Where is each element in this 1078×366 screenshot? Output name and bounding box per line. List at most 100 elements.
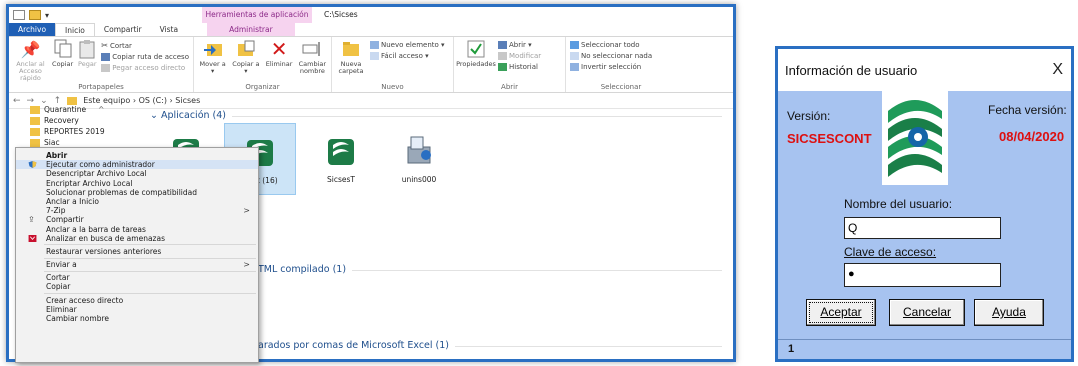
close-icon[interactable]: X: [1052, 61, 1063, 79]
menu-item-compartir[interactable]: ⇪ Compartir: [16, 215, 258, 224]
group-divider: [352, 270, 722, 271]
menu-separator: [44, 257, 256, 259]
rename-icon: [302, 39, 322, 59]
menu-item-eliminar[interactable]: Eliminar: [16, 305, 258, 314]
select-none-button[interactable]: No seleccionar nada: [570, 52, 652, 60]
scroll-up-icon[interactable]: ^: [98, 105, 104, 114]
uninstaller-icon: [407, 136, 431, 164]
nav-item-reportes[interactable]: REPORTES 2019: [30, 126, 150, 137]
back-arrow-icon[interactable]: ←: [13, 96, 21, 106]
tab-vista[interactable]: Vista: [151, 23, 188, 36]
tab-archivo[interactable]: Archivo: [9, 23, 56, 36]
shield-icon: [28, 161, 37, 169]
menu-item-solucionar[interactable]: Solucionar problemas de compatibilidad: [16, 188, 258, 197]
group-portapapeles: 📌 Anclar al Acceso rápido Copiar Pegar ✂…: [9, 37, 194, 92]
folder-icon: [30, 127, 40, 136]
rename-button[interactable]: Cambiar nombre: [298, 39, 327, 75]
menu-item-cambiar-nombre[interactable]: Cambiar nombre: [16, 314, 258, 323]
copy-to-button[interactable]: Copiar a ▾: [231, 39, 260, 75]
select-none-icon: [570, 52, 579, 60]
menu-item-anclar-inicio[interactable]: Anclar a Inicio: [16, 197, 258, 206]
login-dialog: Información de usuario X Versión: SICSES…: [775, 46, 1074, 362]
save-icon[interactable]: [13, 10, 25, 20]
menu-item-crear-acceso[interactable]: Crear acceso directo: [16, 296, 258, 305]
ribbon-tabs: Archivo Inicio Compartir Vista Administr…: [9, 23, 733, 37]
menu-item-7zip[interactable]: 7-Zip >: [16, 206, 258, 215]
tab-administrar[interactable]: Administrar: [207, 23, 295, 36]
menu-item-anclar-tareas[interactable]: Anclar a la barra de tareas: [16, 225, 258, 234]
group-header-aplicacion[interactable]: ⌄ Aplicación (4): [150, 110, 226, 121]
menu-item-enviar[interactable]: Enviar a >: [16, 260, 258, 269]
menu-item-ejecutar-admin[interactable]: Ejecutar como administrador: [16, 160, 258, 170]
properties-button[interactable]: Propiedades: [456, 39, 496, 68]
menu-item-encriptar[interactable]: Encriptar Archivo Local: [16, 179, 258, 188]
file-item[interactable]: SicsesT: [305, 123, 377, 195]
menu-item-analizar[interactable]: Analizar en busca de amenazas: [16, 234, 258, 243]
new-folder-button[interactable]: Nueva carpeta: [336, 39, 366, 75]
file-item[interactable]: unins000: [383, 123, 455, 195]
folder-icon: [30, 116, 40, 125]
menu-separator: [44, 293, 256, 295]
cancel-button[interactable]: Cancelar: [889, 299, 965, 326]
paste-button[interactable]: Pegar: [77, 39, 97, 68]
menu-item-cortar[interactable]: Cortar: [16, 273, 258, 282]
open-button[interactable]: Abrir ▾: [498, 41, 541, 49]
help-button[interactable]: Ayuda: [974, 299, 1044, 326]
clipboard-icon: [77, 39, 97, 59]
copy-button[interactable]: Copiar: [52, 39, 73, 68]
status-bar-text: 1: [788, 343, 795, 355]
dialog-title: Información de usuario: [785, 62, 918, 78]
paste-shortcut-button[interactable]: Pegar acceso directo: [101, 64, 189, 72]
cut-button[interactable]: ✂ Cortar: [101, 41, 189, 50]
history-icon: [498, 63, 507, 71]
password-input[interactable]: ●: [844, 263, 1001, 287]
group-header-csv[interactable]: arados por comas de Microsoft Excel (1): [258, 340, 449, 351]
easy-access-icon: [370, 52, 379, 60]
delete-button[interactable]: ✕ Eliminar: [265, 39, 294, 68]
ribbon: 📌 Anclar al Acceso rápido Copiar Pegar ✂…: [9, 37, 733, 93]
copy-folder-icon: [236, 39, 256, 59]
tab-compartir[interactable]: Compartir: [95, 23, 151, 36]
new-item-button[interactable]: Nuevo elemento ▾: [370, 41, 445, 49]
invert-selection-button[interactable]: Invertir selección: [570, 63, 652, 71]
folder-icon[interactable]: [29, 10, 41, 20]
tab-inicio[interactable]: Inicio: [55, 23, 95, 36]
history-button[interactable]: Historial: [498, 63, 541, 71]
date-value: 08/04/2020: [999, 129, 1065, 144]
customize-toolbar-icon[interactable]: ▾: [45, 11, 49, 20]
status-bar-divider: [778, 339, 1071, 340]
version-label: Versión:: [787, 109, 831, 123]
move-to-button[interactable]: Mover a ▾: [198, 39, 227, 75]
submenu-arrow-icon: >: [243, 260, 250, 270]
menu-separator: [44, 270, 256, 272]
move-folder-icon: [203, 39, 223, 59]
group-header-html[interactable]: TML compilado (1): [258, 264, 346, 275]
copy-path-button[interactable]: Copiar ruta de acceso: [101, 53, 189, 61]
group-nuevo: Nueva carpeta Nuevo elemento ▾ Fácil acc…: [332, 37, 454, 92]
group-seleccionar: Seleccionar todo No seleccionar nada Inv…: [566, 37, 676, 92]
open-icon: [498, 41, 507, 49]
menu-item-restaurar[interactable]: Restaurar versiones anteriores: [16, 247, 258, 256]
accept-button[interactable]: Aceptar: [806, 299, 876, 326]
user-label: Nombre del usuario:: [844, 197, 953, 211]
easy-access-button[interactable]: Fácil acceso ▾: [370, 52, 445, 60]
nav-item-quarantine[interactable]: Quarantine ^: [30, 104, 150, 115]
shortcut-icon: [101, 64, 111, 72]
modify-button[interactable]: Modificar: [498, 52, 541, 60]
date-label: Fecha versión:: [988, 103, 1067, 117]
menu-item-abrir[interactable]: Abrir: [16, 151, 258, 160]
new-folder-icon: [341, 39, 361, 59]
navigation-pane: Quarantine ^ Recovery REPORTES 2019 Siac: [30, 104, 150, 148]
pin-quick-access-button[interactable]: 📌 Anclar al Acceso rápido: [13, 39, 48, 82]
share-icon: ⇪: [28, 215, 35, 225]
menu-item-copiar[interactable]: Copiar: [16, 282, 258, 291]
sicses-logo: [882, 89, 948, 185]
nav-item-recovery[interactable]: Recovery: [30, 115, 150, 126]
dialog-titlebar: Información de usuario X: [778, 49, 1071, 91]
version-value: SICSESCONT: [787, 131, 872, 146]
menu-item-desencriptar[interactable]: Desencriptar Archivo Local: [16, 169, 258, 178]
folder-icon: [30, 105, 40, 114]
submenu-arrow-icon: >: [243, 206, 250, 216]
username-input[interactable]: Q: [844, 217, 1001, 239]
select-all-button[interactable]: Seleccionar todo: [570, 41, 652, 49]
